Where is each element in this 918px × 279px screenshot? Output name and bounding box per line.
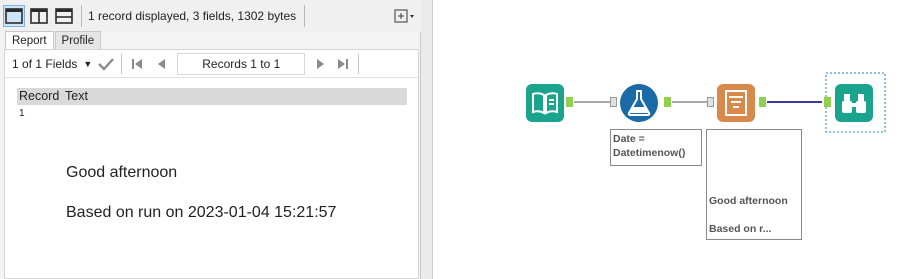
- input-anchor[interactable]: [824, 97, 831, 107]
- grid-header: Record Text: [17, 88, 407, 105]
- navbar-separator: [121, 53, 123, 74]
- records-range: Records 1 to 1: [177, 52, 306, 75]
- first-record-icon: [132, 58, 143, 69]
- checkmark-icon: [98, 57, 115, 71]
- binoculars-icon: [842, 94, 866, 113]
- single-pane-icon: [5, 8, 23, 24]
- last-record-button[interactable]: [333, 54, 353, 74]
- next-record-icon: [317, 58, 325, 69]
- record-navbar: 1 of 1 Fields ▼ Records 1 to 1: [5, 50, 418, 78]
- document-icon: [725, 90, 747, 116]
- output-anchor[interactable]: [566, 97, 573, 107]
- formula-annotation: Date = Datetimenow(): [610, 129, 702, 166]
- previous-record-button[interactable]: [151, 54, 171, 74]
- fields-selector-label: 1 of 1 Fields: [12, 56, 78, 71]
- report-text-line: Based on run on 2023-01-04 15:21:57: [66, 204, 337, 221]
- results-tabs: Report Profile: [5, 31, 102, 50]
- first-record-button[interactable]: [127, 54, 147, 74]
- output-anchor[interactable]: [759, 97, 766, 107]
- flask-icon: [627, 90, 651, 116]
- previous-record-icon: [158, 58, 166, 69]
- stacked-pane-icon: [55, 8, 73, 24]
- report-text-annotation: Good afternoon Based on r...: [706, 129, 802, 240]
- toolbar-separator: [304, 5, 306, 27]
- results-toolbar: 1 record displayed, 3 fields, 1302 bytes: [0, 0, 421, 32]
- input-anchor[interactable]: [610, 97, 617, 107]
- apply-button[interactable]: [96, 54, 116, 74]
- navbar-separator: [358, 53, 360, 74]
- single-pane-button[interactable]: [3, 5, 25, 27]
- annotation-line: Good afternoon: [709, 195, 788, 207]
- fields-selector[interactable]: 1 of 1 Fields ▼: [12, 57, 92, 71]
- annotation-line: Based on r...: [709, 223, 772, 235]
- stacked-pane-button[interactable]: [53, 5, 75, 27]
- input-anchor[interactable]: [707, 97, 714, 107]
- output-anchor[interactable]: [664, 97, 671, 107]
- tab-profile[interactable]: Profile: [54, 31, 102, 50]
- chevron-down-icon: ▼: [83, 58, 93, 69]
- last-record-icon: [338, 58, 349, 69]
- record-status-text: 1 record displayed, 3 fields, 1302 bytes: [88, 9, 297, 23]
- split-pane-icon: [30, 8, 48, 24]
- next-record-button[interactable]: [311, 54, 331, 74]
- formula-tool[interactable]: [620, 84, 658, 122]
- column-header-record[interactable]: Record: [17, 88, 63, 105]
- tab-report[interactable]: Report: [5, 31, 54, 50]
- record-number: 1: [19, 108, 25, 119]
- toolbar-separator: [81, 5, 82, 27]
- split-pane-button[interactable]: [28, 5, 50, 27]
- browse-tool[interactable]: [835, 84, 873, 122]
- results-window: 1 record displayed, 3 fields, 1302 bytes…: [0, 0, 421, 279]
- options-menu-icon: [394, 9, 414, 23]
- input-data-tool[interactable]: [526, 84, 564, 122]
- book-icon: [532, 92, 558, 115]
- report-text-line: Good afternoon: [66, 164, 178, 181]
- workflow-canvas[interactable]: Date = Datetimenow() Good afternoon Base…: [434, 0, 918, 279]
- column-header-text[interactable]: Text: [63, 88, 88, 105]
- options-menu-button[interactable]: [393, 5, 417, 27]
- report-panel: 1 of 1 Fields ▼ Records 1 to 1 Record Te…: [4, 49, 419, 279]
- report-text-tool[interactable]: [717, 84, 755, 122]
- pane-splitter[interactable]: [421, 0, 433, 279]
